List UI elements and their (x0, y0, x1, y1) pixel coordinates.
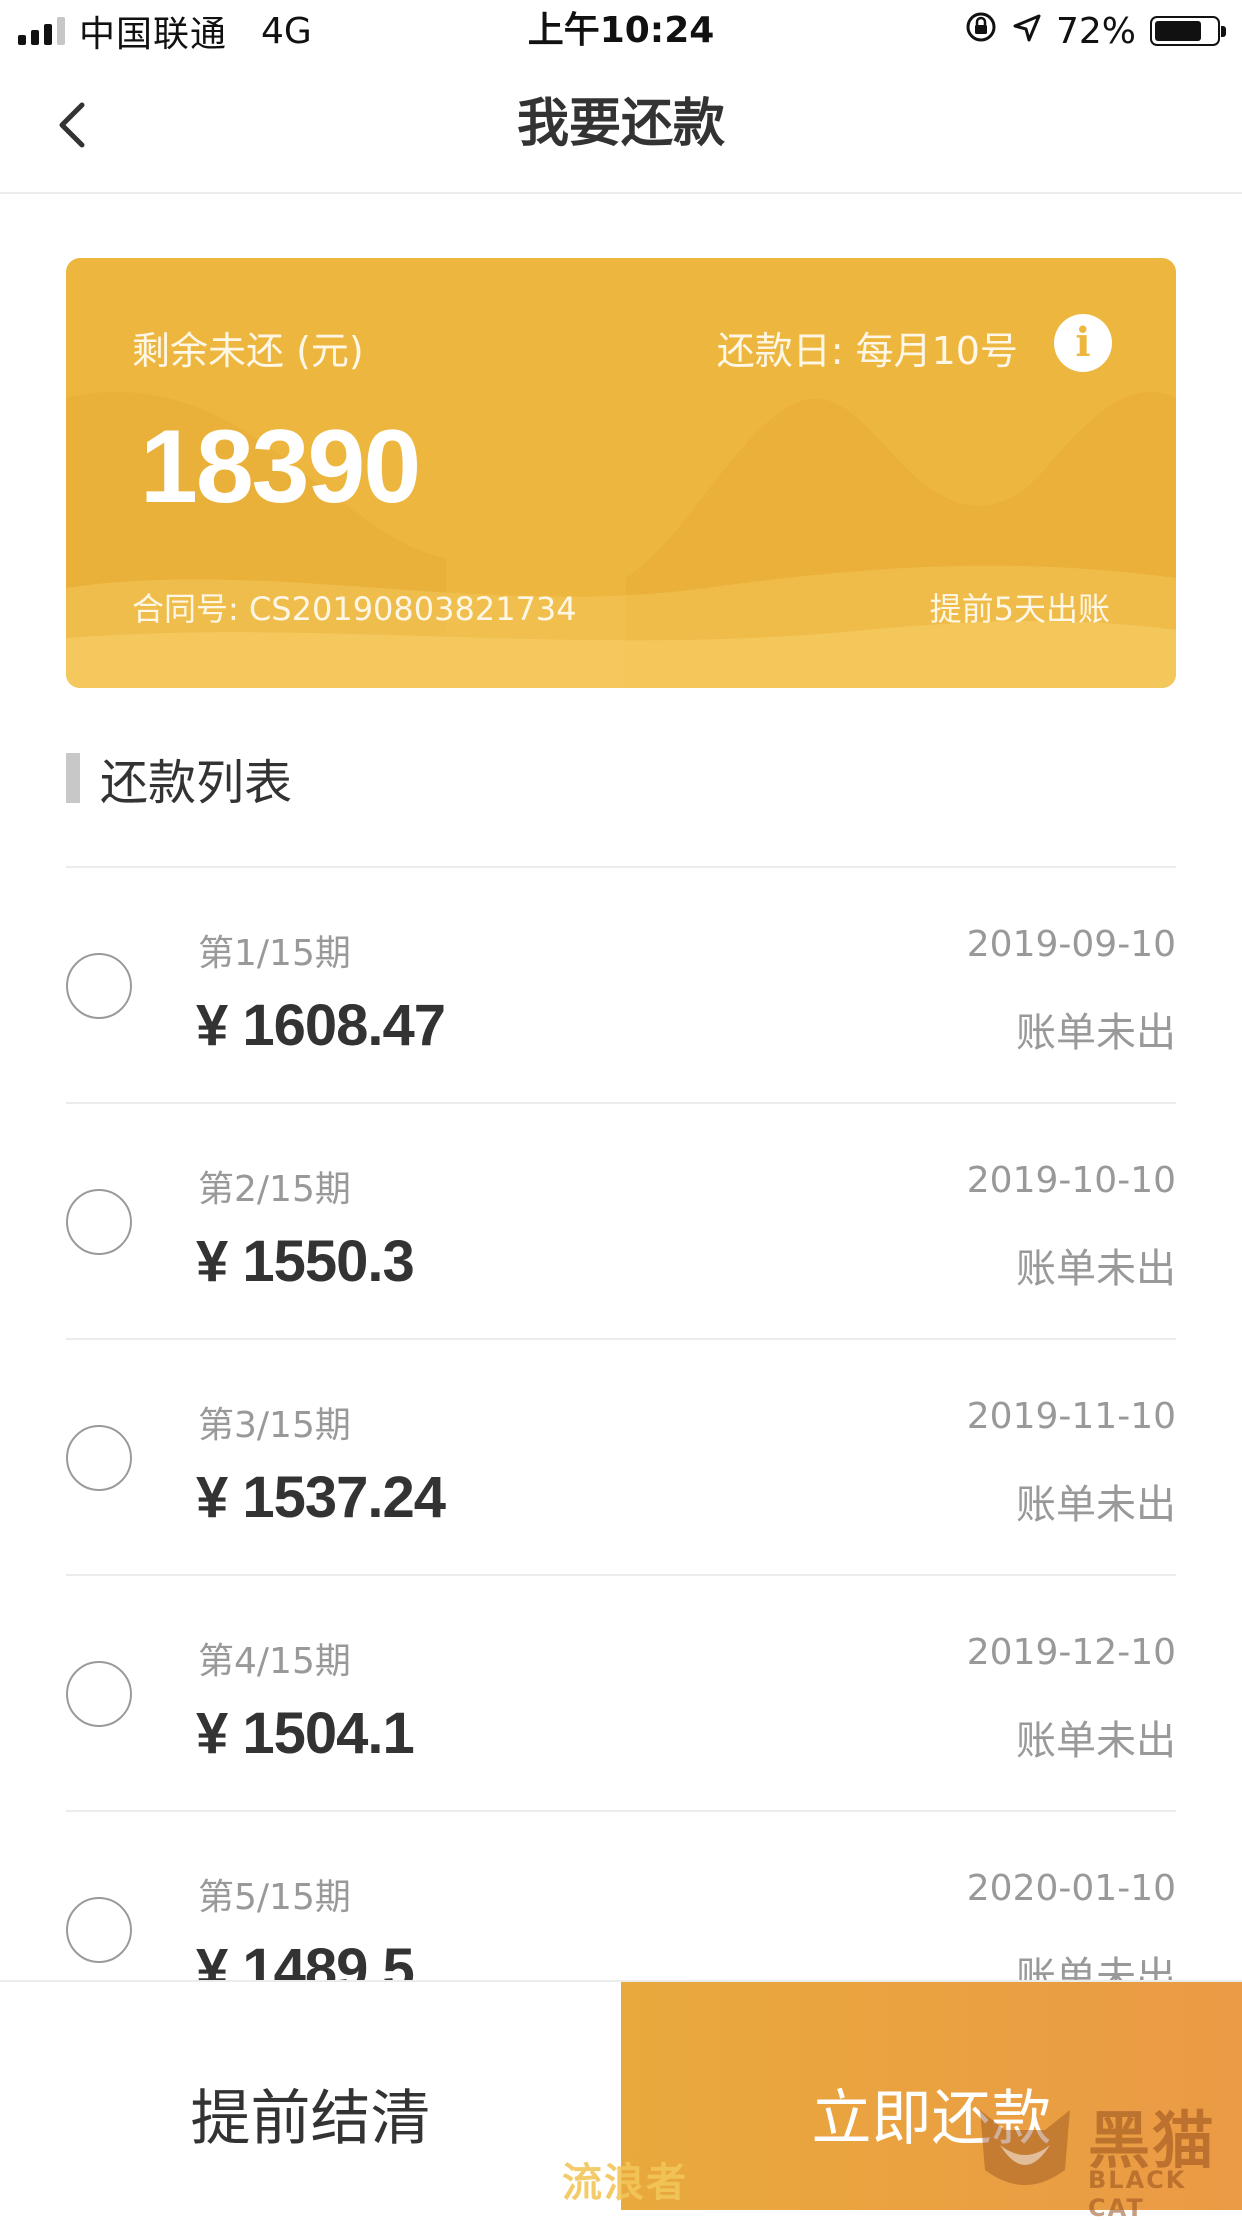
status-bar: 中国联通 4G 上午10:24 72% (0, 0, 1242, 62)
due-date: 2019-10-10 (966, 1160, 1176, 1201)
black-cat-logo: 黑猫 BLACK CAT (970, 2090, 1232, 2222)
due-date: 2020-01-10 (966, 1868, 1176, 1909)
bill-status: 账单未出 (1016, 1010, 1176, 1056)
watermark-text: 流浪者 (562, 2160, 688, 2206)
section-header: 还款列表 (66, 748, 292, 811)
select-radio[interactable] (66, 1425, 132, 1491)
remaining-label: 剩余未还 (元) (132, 329, 364, 373)
back-button[interactable] (52, 92, 122, 162)
info-icon: i (1075, 319, 1091, 366)
summary-card: 剩余未还 (元) 还款日: 每月10号 i 18390 合同号: CS20190… (66, 258, 1176, 688)
settle-early-button[interactable]: 提前结清 (0, 1982, 621, 2210)
chevron-left-icon (52, 95, 92, 159)
contract-number: 合同号: CS20190803821734 (132, 590, 577, 628)
select-radio[interactable] (66, 1661, 132, 1727)
bill-status: 账单未出 (1016, 1246, 1176, 1292)
bill-status: 账单未出 (1016, 1482, 1176, 1528)
select-radio[interactable] (66, 953, 132, 1019)
battery-icon (1150, 16, 1226, 46)
cat-logo-icon (980, 2110, 1070, 2185)
rotation-lock-icon (964, 10, 998, 53)
installment-amount: ¥ 1608.47 (196, 993, 446, 1058)
period-label: 第5/15期 (198, 1877, 351, 1918)
location-icon (1012, 11, 1042, 52)
installment-amount: ¥ 1504.1 (196, 1701, 415, 1766)
installment-row[interactable]: 第2/15期 ¥ 1550.3 2019-10-10 账单未出 (66, 1104, 1176, 1340)
bill-status: 账单未出 (1016, 1718, 1176, 1764)
due-date: 2019-12-10 (966, 1632, 1176, 1673)
billing-notice: 提前5天出账 (929, 590, 1110, 628)
carrier-name: 中国联通 (79, 14, 228, 55)
select-radio[interactable] (66, 1189, 132, 1255)
period-label: 第1/15期 (198, 933, 351, 974)
period-label: 第4/15期 (198, 1641, 351, 1682)
remaining-amount: 18390 (140, 409, 421, 525)
installment-amount: ¥ 1537.24 (196, 1465, 446, 1530)
installment-list: 第1/15期 ¥ 1608.47 2019-09-10 账单未出 第2/15期 … (66, 868, 1176, 2048)
installment-amount: ¥ 1550.3 (196, 1229, 415, 1294)
status-right: 72% (964, 8, 1226, 54)
installment-row[interactable]: 第1/15期 ¥ 1608.47 2019-09-10 账单未出 (66, 868, 1176, 1104)
signal-icon (18, 17, 65, 45)
installment-row[interactable]: 第4/15期 ¥ 1504.1 2019-12-10 账单未出 (66, 1576, 1176, 1812)
select-radio[interactable] (66, 1897, 132, 1963)
due-date: 2019-09-10 (966, 924, 1176, 965)
due-date: 2019-11-10 (966, 1396, 1176, 1437)
page-title: 我要还款 (516, 94, 725, 154)
installment-row[interactable]: 第3/15期 ¥ 1537.24 2019-11-10 账单未出 (66, 1340, 1176, 1576)
section-marker (66, 753, 80, 803)
period-label: 第2/15期 (198, 1169, 351, 1210)
nav-bar: 我要还款 (0, 62, 1242, 194)
status-left: 中国联通 4G (18, 8, 312, 55)
period-label: 第3/15期 (198, 1405, 351, 1446)
battery-percent: 72% (1055, 10, 1136, 52)
network-type: 4G (261, 10, 312, 52)
info-button[interactable]: i (1054, 314, 1112, 372)
due-day-label: 还款日: 每月10号 (716, 329, 1018, 373)
section-title: 还款列表 (100, 755, 293, 811)
logo-text-en: BLACK CAT (1088, 2166, 1187, 2222)
